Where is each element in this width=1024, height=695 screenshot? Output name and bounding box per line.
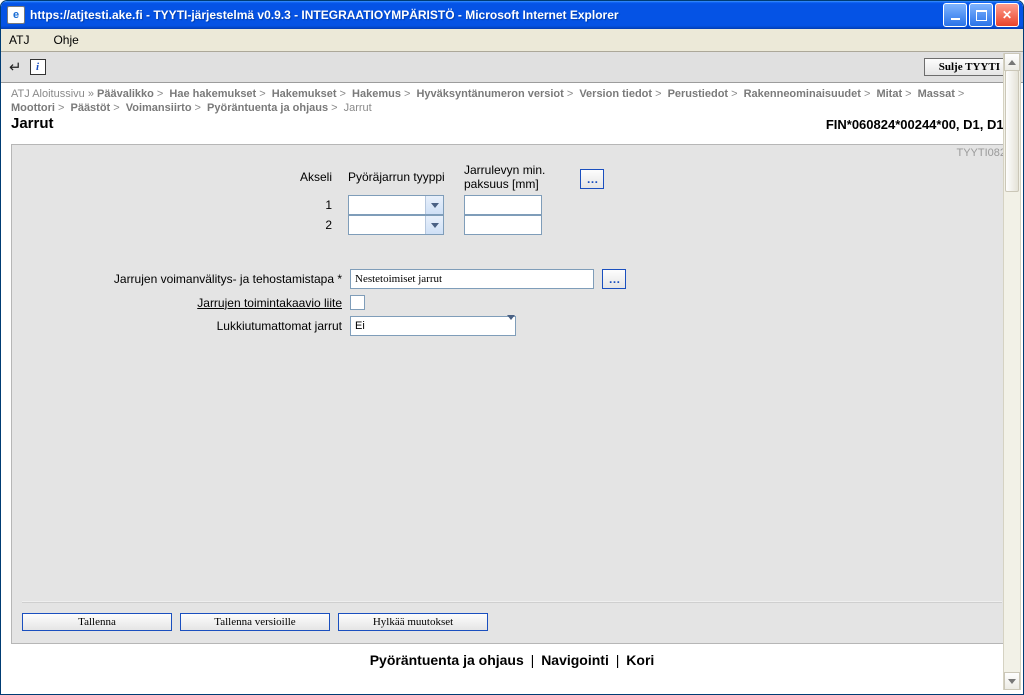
window-title: https://atjtesti.ake.fi - TYYTI-järjeste… (30, 8, 943, 22)
axle-table: Akseli Pyöräjarrun tyyppi Jarrulevyn min… (22, 163, 1002, 235)
diagram-label[interactable]: Jarrujen toimintakaavio liite (22, 296, 350, 310)
transmission-label: Jarrujen voimanvälitys- ja tehostamistap… (22, 272, 350, 286)
crumb-apps[interactable]: Hakemukset (272, 88, 337, 100)
close-icon: ✕ (1002, 8, 1012, 22)
minimize-button[interactable] (943, 3, 967, 27)
close-tyyti-button[interactable]: Sulje TYYTI (924, 58, 1015, 76)
abs-select[interactable]: Ei (350, 316, 516, 336)
crumb-struct[interactable]: Rakenneominaisuudet (744, 88, 861, 100)
col-disc-min: Jarrulevyn min. paksuus [mm] (464, 163, 574, 195)
action-buttons: Tallenna Tallenna versioille Hylkää muut… (22, 613, 488, 631)
menu-help[interactable]: Ohje (53, 33, 78, 47)
transmission-more-button[interactable]: … (602, 269, 626, 289)
crumb-version[interactable]: Version tiedot (579, 88, 652, 100)
maximize-button[interactable] (969, 3, 993, 27)
crumb-main[interactable]: Päävalikko (97, 88, 154, 100)
crumb-engine[interactable]: Moottori (11, 102, 55, 114)
app-window: e https://atjtesti.ake.fi - TYYTI-järjes… (0, 0, 1024, 695)
record-id: FIN*060824*00244*00, D1, D1A (826, 117, 1013, 132)
diagram-checkbox[interactable] (350, 295, 365, 310)
chevron-down-icon (425, 216, 443, 234)
close-button[interactable]: ✕ (995, 3, 1019, 27)
crumb-emissions[interactable]: Päästöt (70, 102, 110, 114)
chevron-down-icon (425, 196, 443, 214)
panel-divider (22, 601, 1002, 603)
breadcrumb: ATJ Aloitussivu » Päävalikko> Hae hakemu… (1, 83, 1023, 115)
minimize-icon (951, 18, 960, 20)
scroll-thumb[interactable] (1005, 70, 1019, 192)
footer-links: Pyöräntuenta ja ohjaus | Navigointi | Ko… (1, 644, 1023, 668)
axle-row-2-disc-input[interactable] (464, 215, 542, 235)
row-transmission: Jarrujen voimanvälitys- ja tehostamistap… (22, 269, 1002, 289)
axle-row-2-type-select[interactable] (348, 215, 444, 235)
save-button[interactable]: Tallenna (22, 613, 172, 631)
crumb-search[interactable]: Hae hakemukset (169, 88, 256, 100)
crumb-transmission[interactable]: Voimansiirto (126, 102, 192, 114)
content-panel: TYYTI082 Akseli Pyöräjarrun tyyppi Jarru… (11, 144, 1013, 644)
crumb-dims[interactable]: Mitat (876, 88, 902, 100)
transmission-input[interactable] (350, 269, 594, 289)
col-axle: Akseli (22, 170, 342, 188)
col-brake-type: Pyöräjarrun tyyppi (348, 170, 458, 188)
axle-row-1-type-select[interactable] (348, 195, 444, 215)
abs-value: Ei (351, 320, 507, 332)
chevron-down-icon (507, 320, 515, 332)
crumb-app[interactable]: Hakemus (352, 88, 401, 100)
maximize-icon (976, 10, 987, 21)
footer-prev[interactable]: Pyöräntuenta ja ohjaus (370, 652, 524, 668)
info-icon[interactable]: i (30, 59, 46, 75)
page-header: Jarrut FIN*060824*00244*00, D1, D1A (1, 115, 1023, 138)
ie-favicon-icon: e (7, 6, 25, 24)
more-header-button[interactable]: … (580, 169, 604, 189)
axle-row-1-disc-input[interactable] (464, 195, 542, 215)
discard-button[interactable]: Hylkää muutokset (338, 613, 488, 631)
crumb-current: Jarrut (344, 102, 372, 114)
vertical-scrollbar[interactable] (1003, 53, 1021, 690)
row-abs: Lukkiutumattomat jarrut Ei (22, 316, 1002, 336)
back-arrow-icon[interactable]: ↵ (9, 58, 22, 76)
panel-code: TYYTI082 (956, 147, 1006, 159)
scroll-up-button[interactable] (1004, 53, 1020, 71)
save-versions-button[interactable]: Tallenna versioille (180, 613, 330, 631)
title-bar: e https://atjtesti.ake.fi - TYYTI-järjes… (1, 1, 1023, 29)
crumb-basic[interactable]: Perustiedot (668, 88, 729, 100)
crumb-approval[interactable]: Hyväksyntänumeron versiot (416, 88, 563, 100)
window-buttons: ✕ (943, 3, 1019, 27)
crumb-masses[interactable]: Massat (918, 88, 955, 100)
footer-nav[interactable]: Navigointi (541, 652, 609, 668)
chevron-up-icon (1008, 60, 1016, 65)
menu-atj[interactable]: ATJ (9, 33, 29, 47)
chevron-down-icon (1008, 679, 1016, 684)
abs-label: Lukkiutumattomat jarrut (22, 319, 350, 333)
crumb-start[interactable]: ATJ Aloitussivu » (11, 88, 94, 100)
crumb-steering[interactable]: Pyöräntuenta ja ohjaus (207, 102, 328, 114)
footer-cart[interactable]: Kori (626, 652, 654, 668)
col-more-header: … (580, 169, 614, 189)
axle-row-1-num: 1 (22, 198, 342, 212)
scroll-down-button[interactable] (1004, 672, 1020, 690)
axle-row-2-num: 2 (22, 218, 342, 232)
toolbar: ↵ i Sulje TYYTI (1, 52, 1023, 83)
menu-bar: ATJ Ohje (1, 29, 1023, 52)
row-diagram: Jarrujen toimintakaavio liite (22, 295, 1002, 310)
page-title: Jarrut (11, 115, 54, 132)
